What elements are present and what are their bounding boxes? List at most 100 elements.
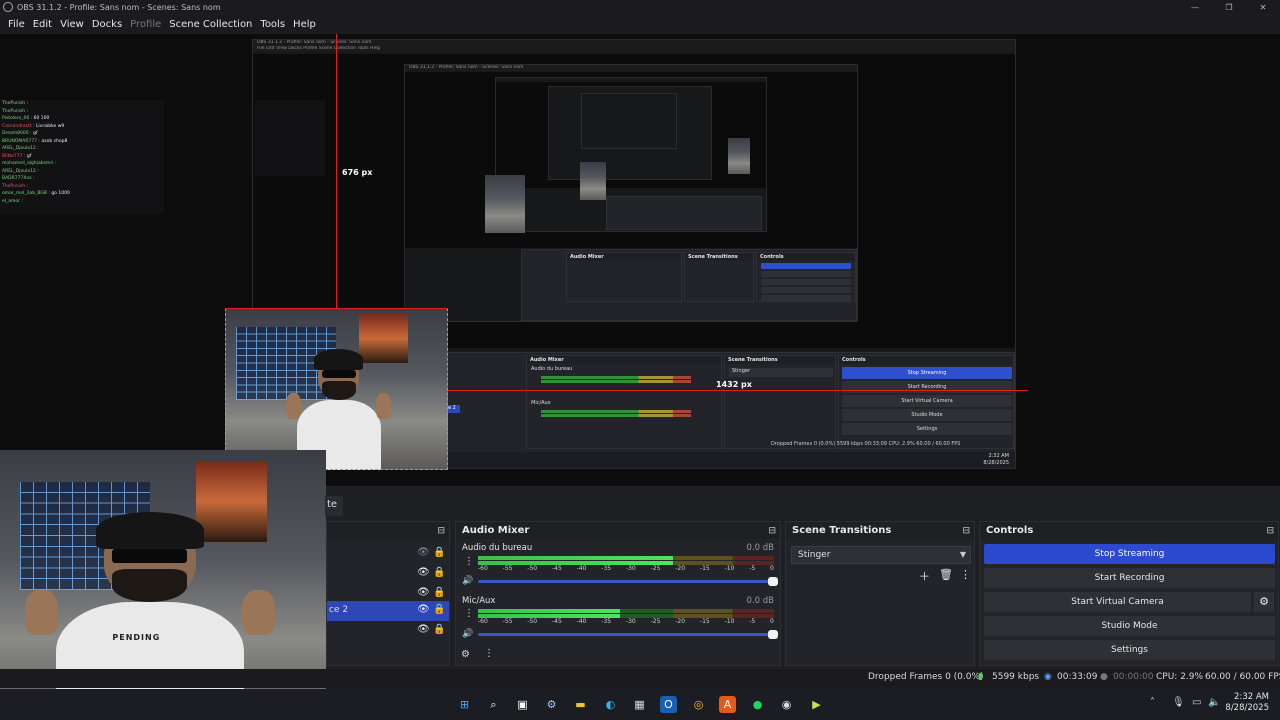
eye-hidden-icon[interactable]: 👁 bbox=[417, 547, 430, 558]
meter-tick-label: -30 bbox=[625, 565, 636, 572]
search-icon[interactable]: ⌕ bbox=[485, 696, 502, 713]
eye-icon[interactable]: 👁 bbox=[417, 604, 430, 615]
meter-tick-label: -10 bbox=[724, 618, 735, 625]
windows-start-icon[interactable]: ⊞ bbox=[456, 696, 473, 713]
menu-docks[interactable]: Docks bbox=[88, 19, 126, 30]
maximize-button[interactable]: ❐ bbox=[1212, 3, 1246, 12]
add-icon[interactable]: ＋ bbox=[919, 568, 930, 584]
chrome-icon[interactable]: ◎ bbox=[690, 696, 707, 713]
nested-start-virtual-camera: Start Virtual Camera bbox=[842, 395, 1012, 407]
source-row[interactable]: 👁 🔒 bbox=[327, 621, 449, 641]
lock-icon[interactable]: 🔒 bbox=[433, 624, 445, 635]
clock[interactable]: 2:32 AM 8/28/2025 bbox=[1225, 692, 1269, 714]
minimize-button[interactable]: — bbox=[1178, 3, 1212, 12]
volume-slider-knob[interactable] bbox=[768, 577, 778, 586]
chat-username: ThePunish : bbox=[2, 101, 29, 106]
menu-edit[interactable]: Edit bbox=[29, 19, 56, 30]
chat-username: AREL_Djoulo12 : bbox=[2, 146, 39, 151]
lock-icon[interactable]: 🔒 bbox=[433, 567, 445, 578]
file-explorer-icon[interactable]: ▬ bbox=[572, 696, 589, 713]
eye-icon[interactable]: 👁 bbox=[417, 587, 430, 598]
chat-username: Cassandrastt : bbox=[2, 123, 35, 129]
preview-canvas[interactable]: ThePunish : ThePunish : Pistolero_06 : 6… bbox=[0, 34, 1280, 486]
meter-tick-label: 0 bbox=[770, 618, 774, 625]
volume-icon[interactable]: 🔈 bbox=[1208, 697, 1220, 708]
chat-text: gf bbox=[26, 153, 32, 159]
chat-message: Pistolero_06 : 60 100 bbox=[0, 115, 164, 123]
undock-icon[interactable]: ⊟ bbox=[768, 526, 776, 536]
meter-tick-label: -5 bbox=[749, 565, 756, 572]
cpu-usage: CPU: 2.9% bbox=[1156, 672, 1204, 682]
chat-message: mohamed_alghiabsmri : bbox=[0, 160, 164, 168]
transition-select[interactable]: Stinger ▼ bbox=[791, 546, 971, 564]
undock-icon[interactable]: ⊟ bbox=[1266, 526, 1274, 536]
speaker-icon[interactable]: 🔊 bbox=[462, 629, 473, 639]
menu-help[interactable]: Help bbox=[289, 19, 320, 30]
spotify-icon[interactable]: ● bbox=[749, 696, 766, 713]
start-recording-button[interactable]: Start Recording bbox=[984, 568, 1275, 588]
nested-mixer-title-2: Audio Mixer bbox=[567, 253, 681, 261]
window-title: OBS 31.1.2 - Profile: Sans nom - Scenes:… bbox=[17, 2, 221, 12]
game-app-icon[interactable]: ▶ bbox=[808, 696, 825, 713]
menu-view[interactable]: View bbox=[56, 19, 88, 30]
vu-level bbox=[478, 609, 621, 613]
clock-time: 2:32 AM bbox=[1234, 692, 1269, 702]
webcam-thumb-3 bbox=[580, 162, 606, 200]
menu-profile[interactable]: Profile bbox=[126, 19, 165, 30]
nested-start-recording: Start Recording bbox=[842, 381, 1012, 393]
volume-slider-knob[interactable] bbox=[768, 630, 778, 639]
settings-button[interactable]: Settings bbox=[984, 640, 1275, 660]
studio-mode-button[interactable]: Studio Mode bbox=[984, 616, 1275, 636]
speaker-icon[interactable]: 🔊 bbox=[462, 576, 473, 586]
source-row-selected[interactable]: ce 2 👁 🔒 bbox=[327, 601, 449, 621]
lock-icon[interactable]: 🔒 bbox=[433, 604, 445, 615]
obs-taskbar-icon[interactable]: ◉ bbox=[778, 696, 795, 713]
store-icon[interactable]: ▦ bbox=[631, 696, 648, 713]
task-view-icon[interactable]: ▣ bbox=[514, 696, 531, 713]
undock-icon[interactable]: ⊟ bbox=[962, 526, 970, 536]
vu-meter bbox=[478, 556, 774, 560]
channel-menu-icon[interactable]: ⋮ bbox=[464, 556, 474, 567]
outlook-icon[interactable]: O bbox=[660, 696, 677, 713]
channel-menu-icon[interactable]: ⋮ bbox=[464, 608, 474, 619]
lock-icon[interactable]: 🔒 bbox=[433, 547, 445, 558]
close-button[interactable]: ✕ bbox=[1246, 3, 1280, 12]
meter-tick-label: -55 bbox=[502, 618, 513, 625]
menu-file[interactable]: File bbox=[4, 19, 29, 30]
menu-scene-collection[interactable]: Scene Collection bbox=[165, 19, 256, 30]
meter-tick-label: -60 bbox=[478, 565, 488, 572]
tray-chevron-up-icon[interactable]: ˄ bbox=[1150, 697, 1155, 708]
scene-transitions-title: Scene Transitions bbox=[792, 525, 892, 536]
chat-username: mohamed_alghiabsmri : bbox=[2, 161, 57, 166]
meter-tick-label: -25 bbox=[650, 565, 661, 572]
start-virtual-camera-button[interactable]: Start Virtual Camera bbox=[984, 592, 1251, 612]
menu-bar: File Edit View Docks Profile Scene Colle… bbox=[0, 15, 1280, 33]
mixer-menu-icon[interactable]: ⋮ bbox=[484, 648, 494, 659]
lock-icon[interactable]: 🔒 bbox=[433, 587, 445, 598]
eye-icon[interactable]: 👁 bbox=[417, 624, 430, 635]
volume-slider[interactable] bbox=[478, 630, 778, 639]
height-measure-label: 676 px bbox=[342, 168, 373, 177]
chat-text: 60 100 bbox=[33, 116, 50, 121]
status-bar: Dropped Frames 0 (0.0%) ▮ 5599 kbps ◉ 00… bbox=[0, 669, 1280, 688]
advanced-audio-gear-icon[interactable]: ⚙ bbox=[461, 649, 470, 660]
source-bounding-box[interactable] bbox=[225, 308, 448, 470]
volume-slider[interactable] bbox=[478, 577, 778, 586]
source-row[interactable]: 👁 🔒 bbox=[327, 564, 449, 584]
transition-selected: Stinger bbox=[798, 550, 831, 560]
source-row[interactable]: 👁 🔒 bbox=[327, 544, 449, 564]
settings-app-icon[interactable]: ⚙ bbox=[543, 696, 560, 713]
undock-icon[interactable]: ⊟ bbox=[437, 526, 445, 536]
scenes-tab-fragment[interactable]: te bbox=[325, 496, 343, 516]
virtual-camera-gear-icon[interactable]: ⚙ bbox=[1254, 592, 1274, 612]
chat-message: AREL_Djoulo12 : bbox=[0, 168, 164, 176]
stop-streaming-button[interactable]: Stop Streaming bbox=[984, 544, 1275, 564]
menu-tools[interactable]: Tools bbox=[256, 19, 289, 30]
network-icon[interactable]: ▭ bbox=[1192, 697, 1201, 708]
more-icon[interactable]: ⋮ bbox=[960, 568, 971, 581]
trash-icon[interactable]: 🗑 bbox=[939, 568, 953, 581]
eye-icon[interactable]: 👁 bbox=[417, 567, 430, 578]
edge-browser-icon[interactable]: ◐ bbox=[602, 696, 619, 713]
app-a-icon[interactable]: A bbox=[719, 696, 736, 713]
microphone-icon[interactable]: 🎙 bbox=[1172, 697, 1185, 708]
